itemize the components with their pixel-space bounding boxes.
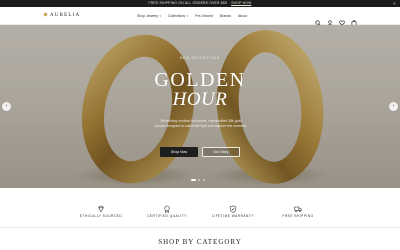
slide-dot-1[interactable]: [191, 179, 196, 182]
promo-text: FREE SHIPPING ON ALL ORDERS OVER $85: [148, 1, 228, 5]
user-icon[interactable]: [327, 13, 333, 26]
nav-label: About: [237, 14, 248, 18]
slide-dot-2[interactable]: [198, 179, 201, 182]
diamond-icon: [97, 200, 105, 213]
shield-icon: [229, 200, 237, 213]
header-icons: [315, 7, 357, 26]
prev-slide-arrow-icon[interactable]: ‹: [2, 102, 11, 111]
nav-item-brands[interactable]: Brands: [220, 14, 231, 18]
next-slide-arrow-icon[interactable]: ›: [389, 102, 398, 111]
logo-diamond-icon: [43, 11, 48, 17]
hero-title-line2: HOUR: [172, 89, 228, 110]
main-nav: Shop Jewelry ▾ Collections ▾ Pre-Owned Bra…: [137, 7, 247, 25]
close-icon[interactable]: ×: [393, 0, 396, 7]
chevron-down-icon: ▾: [186, 14, 189, 18]
hero-banner: NEW COLLECTION GOLDEN HOUR Redefining mo…: [0, 25, 400, 188]
nav-label: Brands: [219, 14, 231, 18]
promo-shop-now-link[interactable]: SHOP NOW: [231, 1, 251, 5]
feature-free-shipping: FREE SHIPPING: [258, 200, 338, 218]
slide-indicators: [191, 179, 206, 182]
nav-label: Shop Jewelry: [137, 14, 159, 18]
site-header: AURELIA Shop Jewelry ▾ Collections ▾ Pre-O…: [0, 7, 400, 26]
shop-now-button[interactable]: Shop Now: [160, 147, 198, 157]
certificate-icon: [163, 200, 171, 214]
feature-label: FREE SHIPPING: [282, 214, 314, 218]
brand-logo[interactable]: AURELIA: [43, 7, 81, 25]
nav-item-collections[interactable]: Collections ▾: [168, 14, 188, 18]
chevron-down-icon: ▾: [159, 14, 162, 18]
features-strip: ETHICALLY SOURCED CERTIFIED QUALITY LIFE…: [0, 188, 400, 228]
brand-name: AURELIA: [50, 13, 81, 18]
nav-label: Collections: [168, 14, 186, 18]
hero-eyebrow: NEW COLLECTION: [180, 56, 220, 60]
slide-dot-3[interactable]: [202, 179, 206, 182]
promo-bar: FREE SHIPPING ON ALL ORDERS OVER $85 SHO…: [0, 0, 400, 7]
truck-icon: [294, 200, 302, 213]
nav-item-shop-jewelry[interactable]: Shop Jewelry ▾: [137, 14, 161, 18]
search-icon[interactable]: [315, 13, 321, 26]
nav-item-about[interactable]: About: [238, 14, 247, 18]
heart-icon[interactable]: [339, 13, 345, 26]
section-title: SHOP BY CATEGORY: [158, 238, 242, 246]
our-story-button[interactable]: Our Story: [202, 147, 240, 157]
cart-icon[interactable]: [351, 13, 357, 26]
nav-item-pre-owned[interactable]: Pre-Owned: [195, 14, 213, 18]
hero-description: Redefining modern heirlooms. Handcrafted…: [155, 119, 247, 129]
nav-label: Pre-Owned: [195, 14, 213, 18]
